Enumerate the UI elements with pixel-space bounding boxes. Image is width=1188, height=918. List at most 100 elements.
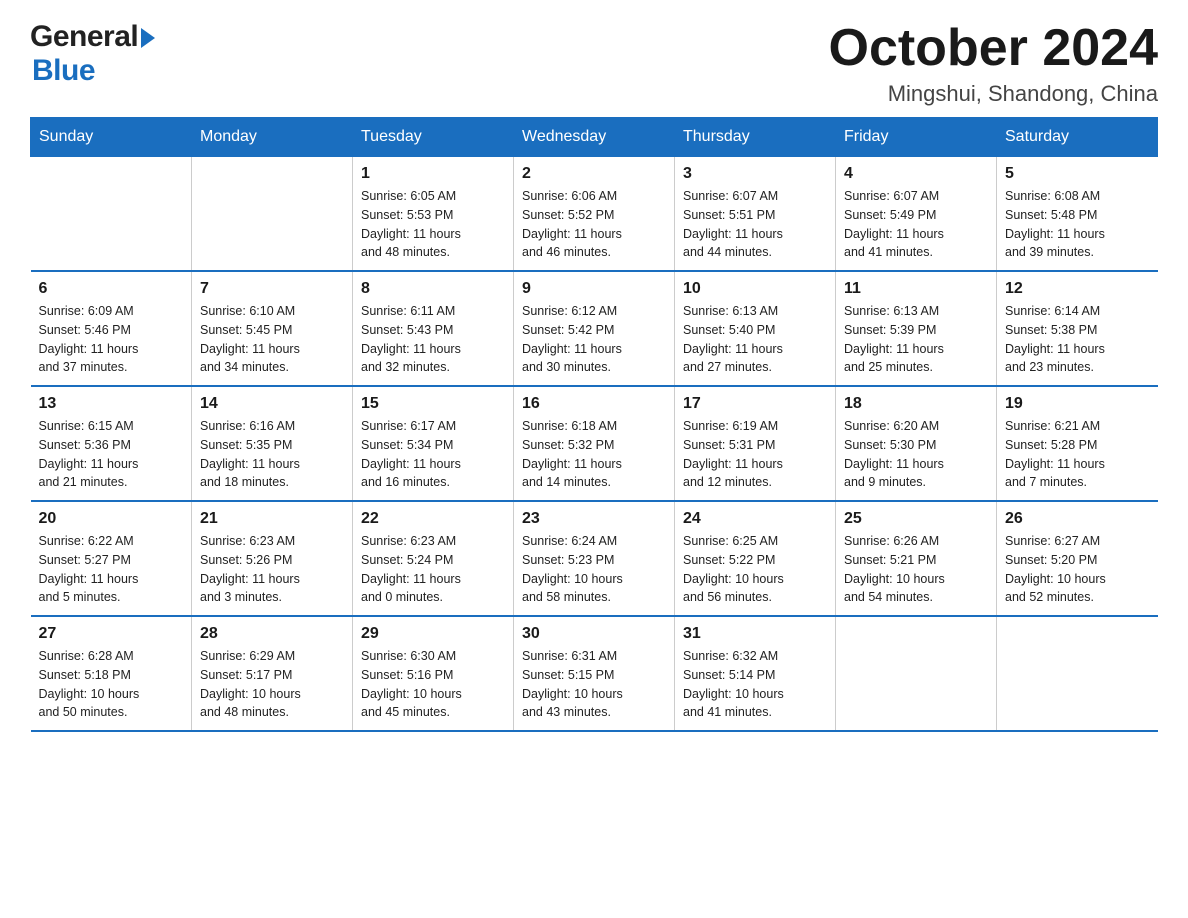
day-info: Sunrise: 6:10 AM Sunset: 5:45 PM Dayligh…: [200, 302, 344, 377]
calendar-cell: 7 Sunrise: 6:10 AM Sunset: 5:45 PM Daylig…: [192, 271, 353, 386]
day-number: 22: [361, 510, 505, 528]
day-info: Sunrise: 6:07 AM Sunset: 5:51 PM Dayligh…: [683, 187, 827, 262]
calendar-week-row: 1 Sunrise: 6:05 AM Sunset: 5:53 PM Daylig…: [31, 157, 1158, 272]
day-number: 2: [522, 165, 666, 183]
calendar-body: 1 Sunrise: 6:05 AM Sunset: 5:53 PM Daylig…: [31, 157, 1158, 732]
calendar-cell: 8Sunrise: 6:11 AM Sunset: 5:43 PM Daylig…: [353, 271, 514, 386]
day-info: Sunrise: 6:13 AM Sunset: 5:39 PM Dayligh…: [844, 302, 988, 377]
day-info: Sunrise: 6:17 AM Sunset: 5:34 PM Dayligh…: [361, 417, 505, 492]
calendar-cell: 22 Sunrise: 6:23 AM Sunset: 5:24 PM Dayli…: [353, 501, 514, 616]
calendar-cell: 1 Sunrise: 6:05 AM Sunset: 5:53 PM Daylig…: [353, 157, 514, 272]
calendar-cell: 9 Sunrise: 6:12 AM Sunset: 5:42 PM Daylig…: [514, 271, 675, 386]
calendar-cell: [192, 157, 353, 272]
calendar-cell: 11 Sunrise: 6:13 AM Sunset: 5:39 PM Dayli…: [836, 271, 997, 386]
calendar-cell: 21 Sunrise: 6:23 AM Sunset: 5:26 PM Dayli…: [192, 501, 353, 616]
day-number: 25: [844, 510, 988, 528]
day-number: 10: [683, 280, 827, 298]
day-number: 4: [844, 165, 988, 183]
day-info: Sunrise: 6:09 AM Sunset: 5:46 PM Dayligh…: [39, 302, 184, 377]
day-of-week-header: Saturday: [997, 118, 1158, 157]
calendar-cell: 16 Sunrise: 6:18 AM Sunset: 5:32 PM Dayli…: [514, 386, 675, 501]
day-info: Sunrise: 6:11 AM Sunset: 5:43 PM Dayligh…: [361, 302, 505, 377]
day-of-week-header: Monday: [192, 118, 353, 157]
day-number: 27: [39, 625, 184, 643]
calendar-table: SundayMondayTuesdayWednesdayThursdayFrid…: [30, 117, 1158, 732]
day-number: 6: [39, 280, 184, 298]
calendar-cell: [997, 616, 1158, 731]
day-info: Sunrise: 6:24 AM Sunset: 5:23 PM Dayligh…: [522, 532, 666, 607]
day-info: Sunrise: 6:28 AM Sunset: 5:18 PM Dayligh…: [39, 647, 184, 722]
calendar-cell: 6 Sunrise: 6:09 AM Sunset: 5:46 PM Daylig…: [31, 271, 192, 386]
day-number: 21: [200, 510, 344, 528]
calendar-cell: 10 Sunrise: 6:13 AM Sunset: 5:40 PM Dayli…: [675, 271, 836, 386]
logo-general-text: General: [30, 20, 138, 54]
day-number: 17: [683, 395, 827, 413]
title-block: October 2024 Mingshui, Shandong, China: [829, 20, 1159, 107]
calendar-cell: [836, 616, 997, 731]
calendar-cell: 28Sunrise: 6:29 AM Sunset: 5:17 PM Dayli…: [192, 616, 353, 731]
calendar-week-row: 20 Sunrise: 6:22 AM Sunset: 5:27 PM Dayli…: [31, 501, 1158, 616]
calendar-cell: 3 Sunrise: 6:07 AM Sunset: 5:51 PM Daylig…: [675, 157, 836, 272]
day-number: 31: [683, 625, 827, 643]
day-number: 7: [200, 280, 344, 298]
day-info: Sunrise: 6:14 AM Sunset: 5:38 PM Dayligh…: [1005, 302, 1150, 377]
day-number: 11: [844, 280, 988, 298]
day-of-week-header: Thursday: [675, 118, 836, 157]
day-info: Sunrise: 6:18 AM Sunset: 5:32 PM Dayligh…: [522, 417, 666, 492]
day-number: 9: [522, 280, 666, 298]
day-of-week-header: Tuesday: [353, 118, 514, 157]
day-info: Sunrise: 6:32 AM Sunset: 5:14 PM Dayligh…: [683, 647, 827, 722]
calendar-cell: 25 Sunrise: 6:26 AM Sunset: 5:21 PM Dayli…: [836, 501, 997, 616]
calendar-cell: 18Sunrise: 6:20 AM Sunset: 5:30 PM Dayli…: [836, 386, 997, 501]
logo: General Blue: [30, 20, 155, 88]
page-header: General Blue October 2024 Mingshui, Shan…: [30, 20, 1158, 107]
day-info: Sunrise: 6:26 AM Sunset: 5:21 PM Dayligh…: [844, 532, 988, 607]
calendar-cell: 24 Sunrise: 6:25 AM Sunset: 5:22 PM Dayli…: [675, 501, 836, 616]
day-number: 29: [361, 625, 505, 643]
day-number: 5: [1005, 165, 1150, 183]
calendar-cell: 23Sunrise: 6:24 AM Sunset: 5:23 PM Dayli…: [514, 501, 675, 616]
calendar-cell: 17Sunrise: 6:19 AM Sunset: 5:31 PM Dayli…: [675, 386, 836, 501]
calendar-week-row: 6 Sunrise: 6:09 AM Sunset: 5:46 PM Daylig…: [31, 271, 1158, 386]
day-of-week-header: Sunday: [31, 118, 192, 157]
day-of-week-header: Friday: [836, 118, 997, 157]
day-info: Sunrise: 6:16 AM Sunset: 5:35 PM Dayligh…: [200, 417, 344, 492]
location-subtitle: Mingshui, Shandong, China: [829, 81, 1159, 107]
calendar-cell: 15 Sunrise: 6:17 AM Sunset: 5:34 PM Dayli…: [353, 386, 514, 501]
day-number: 16: [522, 395, 666, 413]
day-number: 15: [361, 395, 505, 413]
day-info: Sunrise: 6:12 AM Sunset: 5:42 PM Dayligh…: [522, 302, 666, 377]
day-info: Sunrise: 6:05 AM Sunset: 5:53 PM Dayligh…: [361, 187, 505, 262]
day-info: Sunrise: 6:22 AM Sunset: 5:27 PM Dayligh…: [39, 532, 184, 607]
day-number: 24: [683, 510, 827, 528]
day-info: Sunrise: 6:23 AM Sunset: 5:26 PM Dayligh…: [200, 532, 344, 607]
day-info: Sunrise: 6:25 AM Sunset: 5:22 PM Dayligh…: [683, 532, 827, 607]
day-number: 12: [1005, 280, 1150, 298]
logo-arrow-icon: [141, 28, 155, 48]
day-info: Sunrise: 6:29 AM Sunset: 5:17 PM Dayligh…: [200, 647, 344, 722]
day-number: 3: [683, 165, 827, 183]
calendar-cell: [31, 157, 192, 272]
calendar-header: SundayMondayTuesdayWednesdayThursdayFrid…: [31, 118, 1158, 157]
day-number: 1: [361, 165, 505, 183]
day-info: Sunrise: 6:31 AM Sunset: 5:15 PM Dayligh…: [522, 647, 666, 722]
calendar-cell: 26Sunrise: 6:27 AM Sunset: 5:20 PM Dayli…: [997, 501, 1158, 616]
day-info: Sunrise: 6:07 AM Sunset: 5:49 PM Dayligh…: [844, 187, 988, 262]
day-number: 20: [39, 510, 184, 528]
day-info: Sunrise: 6:13 AM Sunset: 5:40 PM Dayligh…: [683, 302, 827, 377]
calendar-cell: 4 Sunrise: 6:07 AM Sunset: 5:49 PM Daylig…: [836, 157, 997, 272]
calendar-cell: 19Sunrise: 6:21 AM Sunset: 5:28 PM Dayli…: [997, 386, 1158, 501]
day-number: 14: [200, 395, 344, 413]
calendar-week-row: 13Sunrise: 6:15 AM Sunset: 5:36 PM Dayli…: [31, 386, 1158, 501]
calendar-week-row: 27 Sunrise: 6:28 AM Sunset: 5:18 PM Dayli…: [31, 616, 1158, 731]
day-info: Sunrise: 6:23 AM Sunset: 5:24 PM Dayligh…: [361, 532, 505, 607]
calendar-cell: 14 Sunrise: 6:16 AM Sunset: 5:35 PM Dayli…: [192, 386, 353, 501]
calendar-cell: 20 Sunrise: 6:22 AM Sunset: 5:27 PM Dayli…: [31, 501, 192, 616]
calendar-cell: 29Sunrise: 6:30 AM Sunset: 5:16 PM Dayli…: [353, 616, 514, 731]
day-number: 30: [522, 625, 666, 643]
header-row: SundayMondayTuesdayWednesdayThursdayFrid…: [31, 118, 1158, 157]
day-info: Sunrise: 6:06 AM Sunset: 5:52 PM Dayligh…: [522, 187, 666, 262]
day-number: 13: [39, 395, 184, 413]
day-number: 19: [1005, 395, 1150, 413]
calendar-cell: 13Sunrise: 6:15 AM Sunset: 5:36 PM Dayli…: [31, 386, 192, 501]
